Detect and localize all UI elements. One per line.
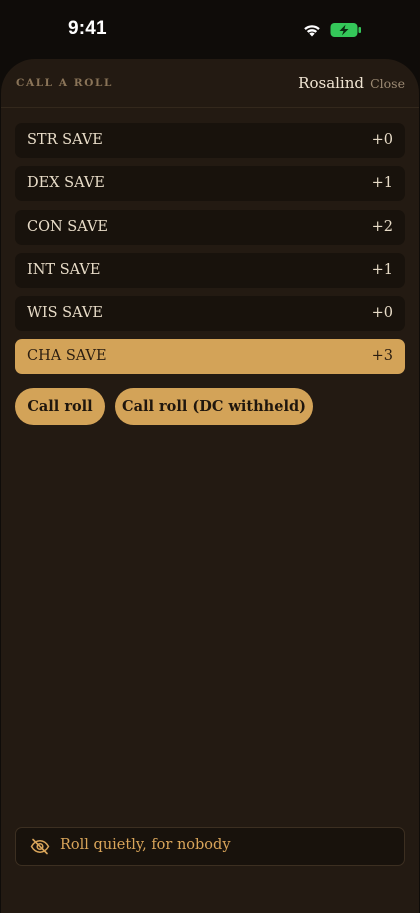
save-label: CHA SAVE: [27, 348, 107, 365]
sheet-title: CALL A ROLL: [16, 77, 113, 89]
status-time: 9:41: [68, 18, 107, 39]
save-option-cha[interactable]: CHA SAVE +3: [15, 339, 405, 375]
roll-quietly-button[interactable]: Roll quietly, for nobody: [15, 827, 405, 866]
save-label: STR SAVE: [27, 132, 103, 148]
save-modifier: +0: [371, 132, 393, 148]
save-modifier: +3: [371, 348, 393, 365]
sheet-header: CALL A ROLL Rosalind Close: [1, 59, 419, 108]
eye-off-icon: [30, 838, 50, 855]
save-modifier: +1: [371, 261, 393, 278]
save-list: STR SAVE +0 DEX SAVE +1 CON SAVE +2 INT …: [15, 123, 405, 383]
save-label: WIS SAVE: [27, 305, 103, 322]
call-roll-button[interactable]: Call roll: [15, 388, 105, 425]
save-option-wis[interactable]: WIS SAVE +0: [15, 296, 405, 332]
character-name: Rosalind: [298, 74, 364, 92]
save-label: INT SAVE: [27, 261, 101, 278]
save-modifier: +2: [371, 218, 393, 235]
save-option-int[interactable]: INT SAVE +1: [15, 252, 405, 288]
save-option-con[interactable]: CON SAVE +2: [15, 209, 405, 245]
battery-charging-icon: [330, 23, 361, 37]
call-roll-sheet: CALL A ROLL Rosalind Close STR SAVE +0 D…: [1, 59, 419, 913]
roll-quietly-label: Roll quietly, for nobody: [60, 837, 231, 853]
save-option-str[interactable]: STR SAVE +0: [15, 123, 405, 158]
save-label: CON SAVE: [27, 218, 109, 235]
status-bar: 9:41: [0, 0, 420, 60]
call-roll-dc-withheld-button[interactable]: Call roll (DC withheld): [115, 388, 313, 425]
save-modifier: +1: [371, 175, 393, 192]
save-label: DEX SAVE: [27, 175, 105, 192]
save-option-dex[interactable]: DEX SAVE +1: [15, 166, 405, 202]
save-modifier: +0: [371, 305, 393, 322]
close-button[interactable]: Close: [370, 76, 405, 91]
wifi-icon: [304, 25, 320, 37]
